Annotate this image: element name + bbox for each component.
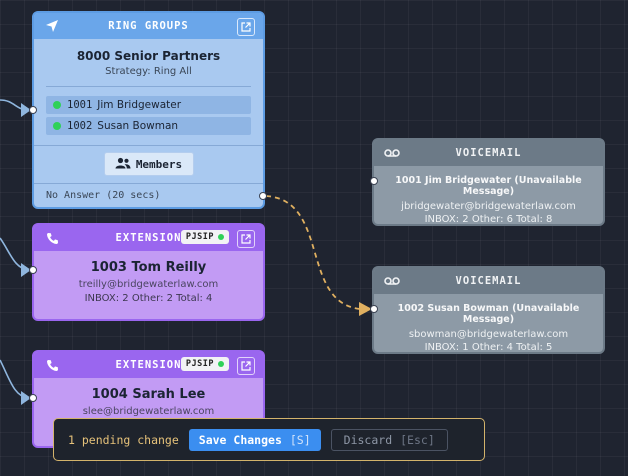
ring-group-node[interactable]: RING GROUPS 8000 Senior Partners Strateg… xyxy=(32,11,265,209)
discard-button-label: Discard xyxy=(343,432,393,447)
member-extension: 1001 xyxy=(67,99,93,111)
extension-email: treilly@bridgewaterlaw.com xyxy=(78,279,219,290)
voicemail-title: 1002 Susan Bowman (Unavailable Message) xyxy=(397,303,580,325)
voicemail-inbox: INBOX: 2 Other: 6 Total: 8 xyxy=(424,214,553,225)
member-name: Jim Bridgewater xyxy=(97,99,182,111)
member-extension: 1002 xyxy=(67,120,93,132)
discard-shortcut: [Esc] xyxy=(400,432,435,447)
extension-header-label: EXTENSION xyxy=(115,359,182,371)
extension-inbox: INBOX: 2 Other: 2 Total: 4 xyxy=(84,293,213,304)
send-icon xyxy=(44,18,60,34)
open-external-icon[interactable] xyxy=(237,18,255,36)
save-changes-button[interactable]: Save Changes [S] xyxy=(188,428,321,451)
voicemail-icon xyxy=(384,273,400,289)
extension-input-handle[interactable] xyxy=(29,266,37,274)
open-external-icon[interactable] xyxy=(237,357,255,375)
voicemail-header: VOICEMAIL xyxy=(374,140,603,166)
voicemail-input-handle[interactable] xyxy=(370,177,378,185)
voicemail-icon xyxy=(384,145,400,161)
pjsip-badge-label: PJSIP xyxy=(185,359,214,369)
voicemail-node-1002[interactable]: VOICEMAIL 1002 Susan Bowman (Unavailable… xyxy=(372,266,605,354)
phone-icon xyxy=(44,357,60,373)
extension-name: 1004 Sarah Lee xyxy=(91,387,206,402)
no-answer-output-handle[interactable] xyxy=(259,192,267,200)
voicemail-email: jbridgewater@bridgewaterlaw.com xyxy=(401,201,576,212)
voicemail-input-handle[interactable] xyxy=(370,305,378,313)
status-online-icon xyxy=(218,361,224,367)
ring-group-header-label: RING GROUPS xyxy=(108,20,189,32)
voicemail-header-label: VOICEMAIL xyxy=(455,275,522,287)
voicemail-title: 1001 Jim Bridgewater (Unavailable Messag… xyxy=(395,175,582,197)
ring-group-header: RING GROUPS xyxy=(34,13,263,39)
save-shortcut: [S] xyxy=(289,432,311,447)
extension-input-handle[interactable] xyxy=(29,394,37,402)
voicemail-header-label: VOICEMAIL xyxy=(455,147,522,159)
pending-changes-bar: 1 pending change Save Changes [S] Discar… xyxy=(53,418,485,461)
list-item: 1002 Susan Bowman xyxy=(46,117,251,135)
extension-name: 1003 Tom Reilly xyxy=(90,260,207,275)
edge-into-ext-1004 xyxy=(0,359,29,399)
no-answer-label: No Answer (20 secs) xyxy=(46,190,161,201)
status-online-icon xyxy=(53,101,61,109)
ring-group-title: 8000 Senior Partners xyxy=(76,49,221,63)
divider xyxy=(34,145,263,146)
extension-header-label: EXTENSION xyxy=(115,232,182,244)
members-button-label: Members xyxy=(135,157,183,171)
status-online-icon xyxy=(218,234,224,240)
voicemail-email: sbowman@bridgewaterlaw.com xyxy=(408,329,569,340)
ring-group-input-handle[interactable] xyxy=(29,106,37,114)
members-button[interactable]: Members xyxy=(103,152,194,176)
extension-header: EXTENSION PJSIP xyxy=(34,352,263,378)
open-external-icon[interactable] xyxy=(237,230,255,248)
voicemail-inbox: INBOX: 1 Other: 4 Total: 5 xyxy=(424,342,553,353)
voicemail-node-1001[interactable]: VOICEMAIL 1001 Jim Bridgewater (Unavaila… xyxy=(372,138,605,226)
ring-group-strategy: Strategy: Ring All xyxy=(105,66,192,77)
pjsip-badge-label: PJSIP xyxy=(185,232,214,242)
users-icon xyxy=(115,157,131,172)
status-badge: PJSIP xyxy=(180,230,229,244)
discard-button[interactable]: Discard [Esc] xyxy=(330,428,448,451)
member-name: Susan Bowman xyxy=(97,120,179,132)
extension-header: EXTENSION PJSIP xyxy=(34,225,263,251)
status-online-icon xyxy=(53,122,61,130)
extension-email: slee@bridgewaterlaw.com xyxy=(82,406,215,417)
save-button-label: Save Changes xyxy=(198,432,282,447)
list-item: 1001 Jim Bridgewater xyxy=(46,96,251,114)
edge-pending-no-answer-to-voicemail xyxy=(265,195,361,310)
phone-icon xyxy=(44,230,60,246)
pending-change-count: 1 pending change xyxy=(68,432,179,447)
voicemail-header: VOICEMAIL xyxy=(374,268,603,294)
status-badge: PJSIP xyxy=(180,357,229,371)
divider xyxy=(46,86,251,87)
extension-node-1003[interactable]: EXTENSION PJSIP 1003 Tom Reilly treilly@… xyxy=(32,223,265,321)
